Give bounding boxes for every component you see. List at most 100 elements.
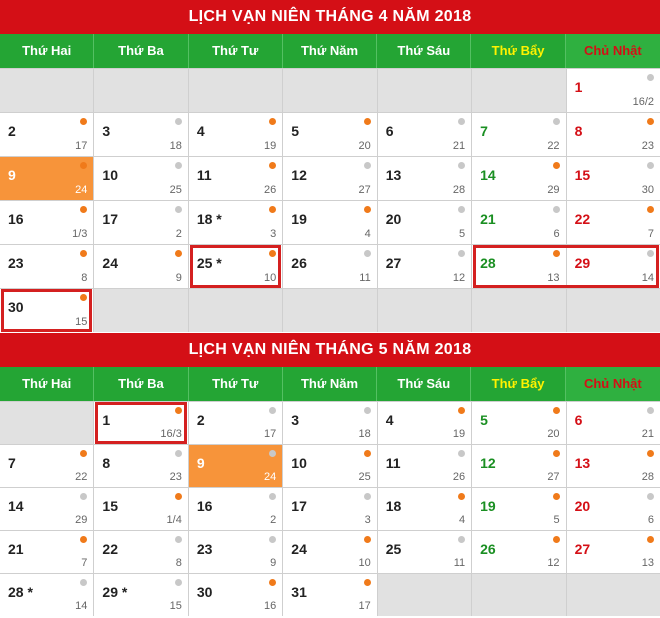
day-cell[interactable]: 10 25 [94,157,188,200]
day-cell[interactable]: 27 13 [566,531,660,573]
day-cell[interactable]: 27 12 [377,245,472,288]
day-cell[interactable]: 18 * 3 [188,201,283,244]
day-cell[interactable]: 20 6 [566,488,660,530]
good-day-dot-icon [80,536,88,543]
day-cell[interactable]: 11 26 [188,157,283,200]
day-cell[interactable]: 20 5 [377,201,472,244]
solar-date: 29 * [102,584,128,600]
lunar-date: 3 [364,514,371,526]
normal-day-dot-icon [647,250,654,257]
day-cell[interactable]: 28 13 [472,245,566,288]
day-cell[interactable]: 3 18 [94,113,188,156]
lunar-date: 24 [75,184,88,196]
day-cell[interactable]: 18 4 [377,488,472,530]
empty-day-cell [377,289,472,332]
may-day-grid: 1 16/3 2 17 3 18 4 19 5 20 6 21 7 22 8 23 9 24 10 25 11 26 12 2… [0,401,660,616]
day-cell[interactable]: 10 25 [283,445,377,487]
day-cell[interactable]: 24 9 [94,245,188,288]
day-cell[interactable]: 24 10 [283,531,377,573]
day-cell[interactable]: 7 22 [472,113,566,156]
day-cell[interactable]: 7 22 [0,445,94,487]
day-cell[interactable]: 26 11 [283,245,377,288]
solar-date: 18 * [196,211,222,227]
day-cell[interactable]: 12 27 [472,445,566,487]
day-cell[interactable]: 14 29 [472,157,566,200]
day-cell[interactable]: 19 4 [283,201,377,244]
day-cell[interactable]: 30 16 [188,574,283,616]
solar-date: 28 [480,255,496,271]
weekday-friday: Thứ Sáu [377,34,472,68]
day-cell[interactable]: 8 23 [566,113,660,156]
normal-day-dot-icon [458,250,466,257]
normal-day-dot-icon [174,206,182,213]
day-cell[interactable]: 1 16/2 [566,69,660,112]
good-day-dot-icon [552,162,560,169]
day-cell[interactable]: 15 1/4 [94,488,188,530]
day-cell[interactable]: 9 24 [188,445,283,487]
day-cell[interactable]: 31 17 [283,574,377,616]
day-cell[interactable]: 22 8 [94,531,188,573]
day-cell[interactable]: 13 28 [566,445,660,487]
day-cell[interactable]: 23 8 [0,245,94,288]
lunar-date: 27 [547,471,560,483]
good-day-dot-icon [647,118,654,125]
day-cell[interactable]: 22 7 [566,201,660,244]
day-cell[interactable]: 217 [0,113,94,156]
day-cell[interactable]: 25 11 [377,531,472,573]
solar-date: 28 * [8,584,33,600]
empty-day-cell [472,574,566,616]
day-cell[interactable]: 15 30 [566,157,660,200]
normal-day-dot-icon [269,407,277,414]
day-cell[interactable]: 29 14 [566,245,660,288]
normal-day-dot-icon [80,493,88,500]
good-day-dot-icon [552,493,560,500]
day-cell[interactable]: 12 27 [283,157,377,200]
day-cell[interactable]: 23 9 [188,531,283,573]
day-cell[interactable]: 30 15 [0,289,94,332]
day-cell[interactable]: 5 20 [472,402,566,444]
day-cell[interactable]: 29 * 15 [94,574,188,616]
lunar-date: 13 [547,272,560,284]
empty-day-cell [94,289,188,332]
solar-date: 10 [291,455,307,471]
solar-date: 17 [102,211,118,227]
day-cell[interactable]: 21 6 [472,201,566,244]
day-cell[interactable]: 6 21 [377,113,472,156]
lunar-date: 15 [75,316,88,328]
day-cell[interactable]: 17 2 [94,201,188,244]
weekday-wednesday: Thứ Tư [189,34,283,68]
day-cell[interactable]: 1 16/3 [94,402,188,444]
empty-day-cell [283,69,377,112]
day-cell[interactable]: 4 19 [377,402,472,444]
solar-date: 15 [574,167,591,183]
good-day-dot-icon [647,450,654,457]
good-day-dot-icon [552,250,560,257]
day-cell[interactable]: 16 2 [188,488,283,530]
solar-date: 20 [574,498,591,514]
solar-date: 2 [8,123,16,139]
day-cell[interactable]: 25 * 10 [188,245,283,288]
good-day-dot-icon [80,118,88,125]
day-cell[interactable]: 17 3 [283,488,377,530]
lunar-date: 25 [169,184,182,196]
day-cell[interactable]: 4 19 [188,113,283,156]
normal-day-dot-icon [269,493,277,500]
solar-date: 30 [8,299,24,315]
day-cell[interactable]: 3 18 [283,402,377,444]
day-cell[interactable]: 5 20 [283,113,377,156]
day-cell[interactable]: 217 [0,531,94,573]
day-cell[interactable]: 19 5 [472,488,566,530]
day-cell[interactable]: 6 21 [566,402,660,444]
day-cell[interactable]: 14 29 [0,488,94,530]
day-cell[interactable]: 28 * 14 [0,574,94,616]
day-cell[interactable]: 8 23 [94,445,188,487]
day-cell[interactable]: 9 24 [0,157,94,200]
day-cell[interactable]: 16 1/3 [0,201,94,244]
lunar-date: 26 [452,471,466,483]
day-cell[interactable]: 26 12 [472,531,566,573]
lunar-date: 1/4 [166,514,182,526]
day-cell[interactable]: 217 [188,402,283,444]
day-cell[interactable]: 13 28 [377,157,472,200]
solar-date: 4 [196,123,205,139]
day-cell[interactable]: 11 26 [377,445,472,487]
